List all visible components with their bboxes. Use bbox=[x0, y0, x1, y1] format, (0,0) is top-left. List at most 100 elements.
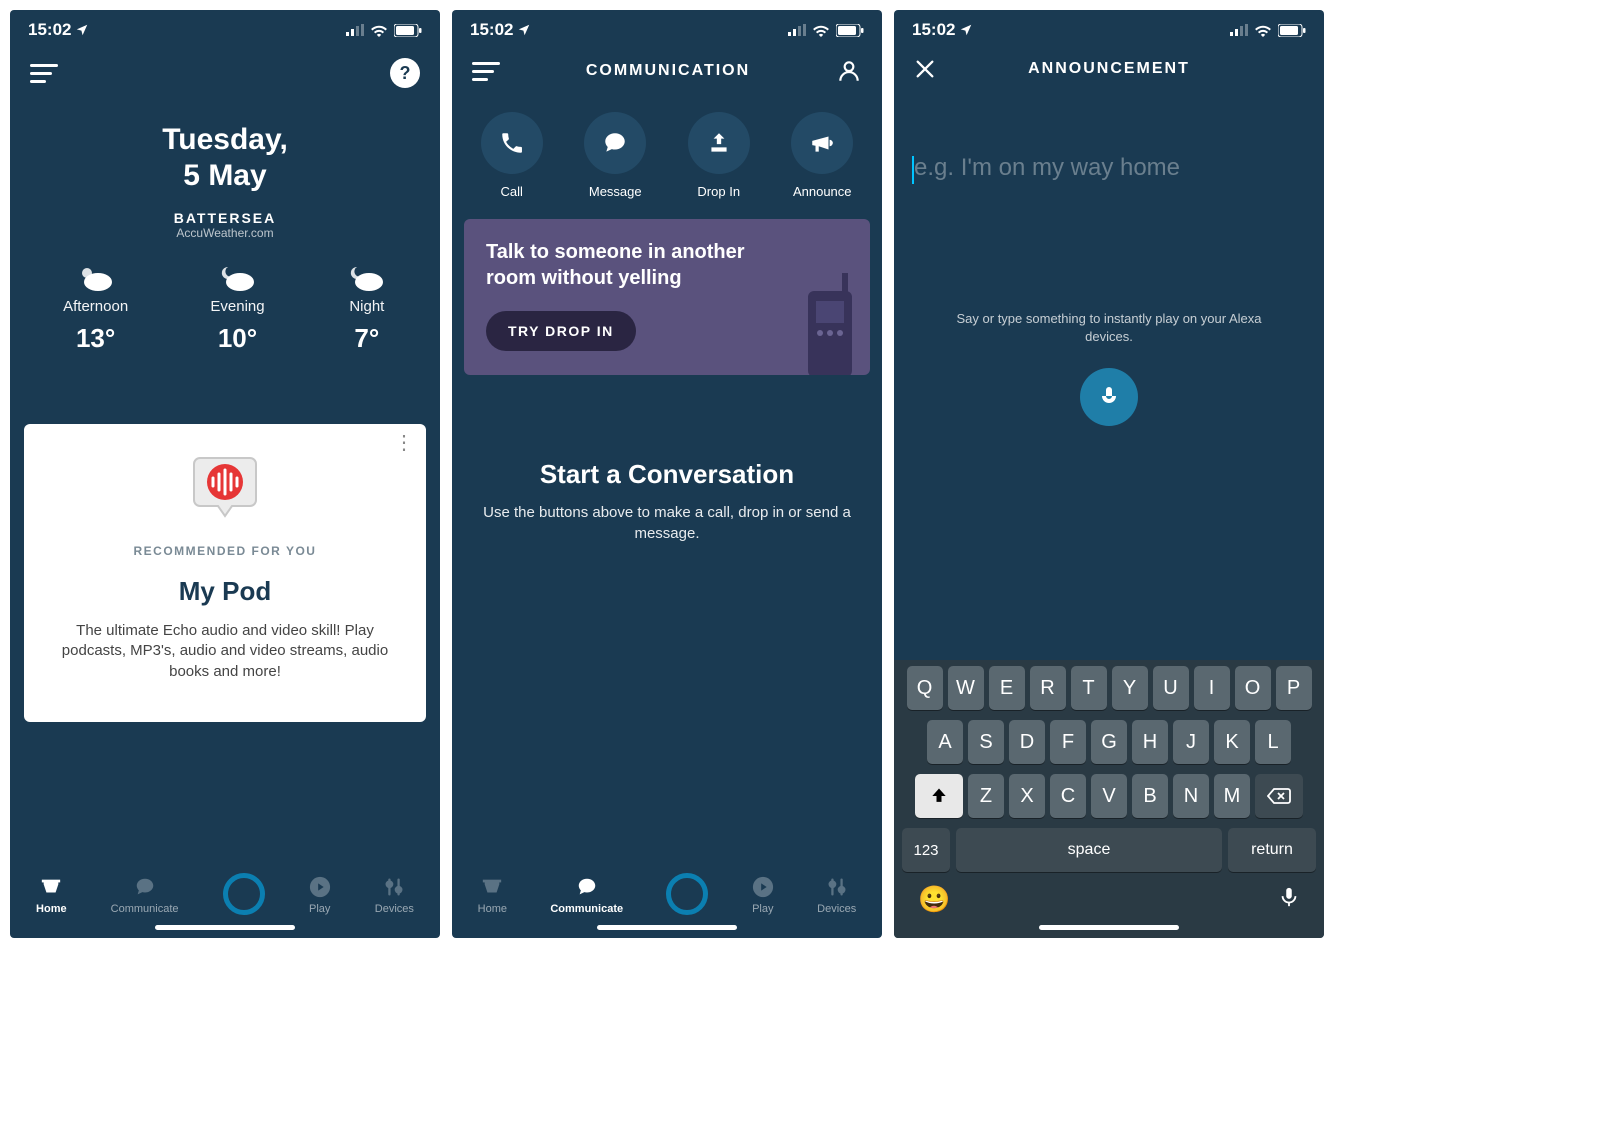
dropin-icon bbox=[706, 130, 732, 156]
location-arrow-icon bbox=[75, 23, 89, 37]
key-q[interactable]: Q bbox=[907, 666, 943, 710]
action-message[interactable]: Message bbox=[584, 112, 646, 199]
menu-button[interactable] bbox=[30, 64, 58, 83]
tab-communicate[interactable]: Communicate bbox=[550, 874, 623, 915]
emoji-button[interactable]: 😀 bbox=[918, 884, 950, 915]
home-indicator[interactable] bbox=[597, 925, 737, 930]
nav-bar: COMMUNICATION bbox=[452, 44, 882, 98]
help-button[interactable]: ? bbox=[390, 58, 420, 88]
convo-sub: Use the buttons above to make a call, dr… bbox=[480, 502, 854, 544]
key-t[interactable]: T bbox=[1071, 666, 1107, 710]
help-text: Say or type something to instantly play … bbox=[894, 310, 1324, 346]
key-u[interactable]: U bbox=[1153, 666, 1189, 710]
key-d[interactable]: D bbox=[1009, 720, 1045, 764]
mic-button[interactable] bbox=[1080, 368, 1138, 426]
tab-devices[interactable]: Devices bbox=[817, 874, 856, 915]
phone-communication: 15:02 COMMUNICATION Call Message Drop In… bbox=[452, 10, 882, 938]
key-z[interactable]: Z bbox=[968, 774, 1004, 818]
key-numbers[interactable]: 123 bbox=[902, 828, 950, 872]
nav-bar: ANNOUNCEMENT bbox=[894, 44, 1324, 94]
tab-play[interactable]: Play bbox=[309, 874, 331, 915]
key-space[interactable]: space bbox=[956, 828, 1222, 872]
close-icon[interactable] bbox=[914, 58, 936, 80]
home-indicator[interactable] bbox=[155, 925, 295, 930]
action-call[interactable]: Call bbox=[481, 112, 543, 199]
tab-devices[interactable]: Devices bbox=[375, 874, 414, 915]
key-j[interactable]: J bbox=[1173, 720, 1209, 764]
key-a[interactable]: A bbox=[927, 720, 963, 764]
keyboard-row-2: ASDFGHJKL bbox=[898, 720, 1320, 764]
dictation-icon[interactable] bbox=[1278, 884, 1300, 910]
play-icon bbox=[309, 876, 331, 898]
wifi-icon bbox=[812, 24, 830, 37]
tab-communicate[interactable]: Communicate bbox=[111, 874, 179, 915]
tab-bar: Home Communicate Play Devices bbox=[10, 868, 440, 919]
key-o[interactable]: O bbox=[1235, 666, 1271, 710]
action-dropin[interactable]: Drop In bbox=[688, 112, 750, 199]
promo-headline: Talk to someone in another room without … bbox=[486, 239, 766, 291]
tab-alexa[interactable] bbox=[223, 879, 265, 915]
key-l[interactable]: L bbox=[1255, 720, 1291, 764]
home-icon bbox=[481, 876, 503, 898]
key-n[interactable]: N bbox=[1173, 774, 1209, 818]
backspace-icon bbox=[1267, 787, 1291, 805]
sliders-icon bbox=[383, 876, 405, 898]
weather-source: AccuWeather.com bbox=[10, 226, 440, 240]
chat-icon bbox=[576, 876, 598, 898]
weather-night: Night 7° bbox=[347, 264, 387, 354]
tab-play[interactable]: Play bbox=[752, 874, 774, 915]
key-p[interactable]: P bbox=[1276, 666, 1312, 710]
tab-home[interactable]: Home bbox=[36, 874, 67, 915]
tab-alexa[interactable] bbox=[666, 879, 708, 915]
key-w[interactable]: W bbox=[948, 666, 984, 710]
keyboard-row-1: QWERTYUIOP bbox=[898, 666, 1320, 710]
phone-icon bbox=[499, 130, 525, 156]
conversation-prompt: Start a Conversation Use the buttons abo… bbox=[452, 459, 882, 544]
card-menu-icon[interactable]: ⋮ bbox=[394, 438, 412, 448]
key-k[interactable]: K bbox=[1214, 720, 1250, 764]
convo-heading: Start a Conversation bbox=[480, 459, 854, 490]
keyboard-row-3: ZXCVBNM bbox=[898, 774, 1320, 818]
menu-button[interactable] bbox=[472, 62, 500, 81]
key-return[interactable]: return bbox=[1228, 828, 1316, 872]
key-backspace[interactable] bbox=[1255, 774, 1303, 818]
key-x[interactable]: X bbox=[1009, 774, 1045, 818]
key-f[interactable]: F bbox=[1050, 720, 1086, 764]
home-indicator[interactable] bbox=[1039, 925, 1179, 930]
key-h[interactable]: H bbox=[1132, 720, 1168, 764]
status-time: 15:02 bbox=[470, 20, 513, 40]
key-e[interactable]: E bbox=[989, 666, 1025, 710]
skill-icon bbox=[190, 450, 260, 520]
key-shift[interactable] bbox=[915, 774, 963, 818]
key-y[interactable]: Y bbox=[1112, 666, 1148, 710]
key-b[interactable]: B bbox=[1132, 774, 1168, 818]
recommendation-card[interactable]: ⋮ RECOMMENDED FOR YOU My Pod The ultimat… bbox=[24, 424, 426, 722]
key-g[interactable]: G bbox=[1091, 720, 1127, 764]
alexa-ring-icon bbox=[666, 873, 708, 915]
promo-cta-button[interactable]: TRY DROP IN bbox=[486, 311, 636, 351]
tab-home[interactable]: Home bbox=[478, 874, 507, 915]
key-m[interactable]: M bbox=[1214, 774, 1250, 818]
wifi-icon bbox=[1254, 24, 1272, 37]
key-i[interactable]: I bbox=[1194, 666, 1230, 710]
text-cursor bbox=[912, 156, 914, 184]
promo-card[interactable]: Talk to someone in another room without … bbox=[464, 219, 870, 375]
announcement-input[interactable]: e.g. I'm on my way home bbox=[894, 94, 1324, 182]
keyboard: QWERTYUIOP ASDFGHJKL ZXCVBNM 123 space r… bbox=[894, 660, 1324, 938]
battery-icon bbox=[1278, 24, 1306, 37]
key-s[interactable]: S bbox=[968, 720, 1004, 764]
key-v[interactable]: V bbox=[1091, 774, 1127, 818]
cloud-moon-icon bbox=[347, 264, 387, 292]
battery-icon bbox=[836, 24, 864, 37]
action-announce[interactable]: Announce bbox=[791, 112, 853, 199]
sliders-icon bbox=[826, 876, 848, 898]
key-r[interactable]: R bbox=[1030, 666, 1066, 710]
weather-evening: Evening 10° bbox=[210, 264, 264, 354]
profile-icon[interactable] bbox=[836, 58, 862, 84]
walkie-talkie-icon bbox=[798, 271, 862, 375]
key-c[interactable]: C bbox=[1050, 774, 1086, 818]
card-description: The ultimate Echo audio and video skill!… bbox=[46, 621, 404, 682]
microphone-icon bbox=[1097, 385, 1121, 409]
status-time: 15:02 bbox=[28, 20, 71, 40]
page-title: ANNOUNCEMENT bbox=[1028, 60, 1190, 78]
